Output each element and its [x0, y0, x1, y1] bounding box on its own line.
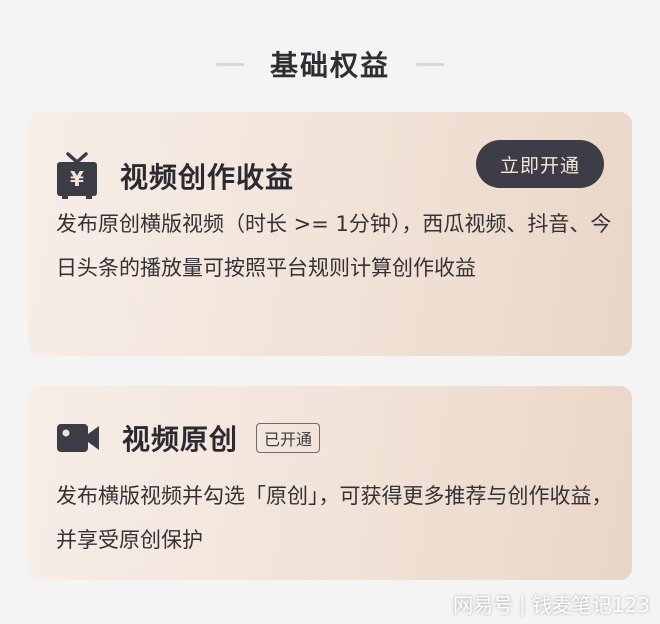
tv-yen-icon: ¥	[56, 152, 98, 200]
benefit-card-video-original: 视频原创 已开通 发布横版视频并勾选「原创」，可获得更多推荐与创作收益，并享受原…	[28, 386, 632, 580]
section-header: 基础权益	[0, 40, 660, 88]
divider-left	[215, 62, 244, 66]
divider-right	[416, 62, 444, 66]
svg-text:¥: ¥	[70, 167, 84, 191]
status-badge: 已开通	[256, 423, 321, 453]
card-title: 视频原创	[122, 423, 239, 456]
video-camera-icon	[56, 422, 100, 454]
activate-now-button[interactable]: 立即开通	[476, 140, 604, 188]
card-header: 视频原创 已开通	[56, 414, 321, 462]
benefit-card-video-revenue: ¥ 视频创作收益 立即开通 发布原创横版视频（时长 >= 1分钟），西瓜视频、抖…	[28, 112, 632, 356]
watermark-author: 钱麦笔记123	[531, 593, 650, 617]
section-title: 基础权益	[269, 49, 390, 82]
watermark: 网易号 | 钱麦笔记123	[453, 589, 650, 618]
watermark-separator: |	[519, 591, 526, 616]
card-description: 发布横版视频并勾选「原创」，可获得更多推荐与创作收益，并享受原创保护	[56, 484, 613, 552]
card-title: 视频创作收益	[120, 161, 295, 194]
watermark-source: 网易号	[453, 593, 514, 617]
card-header: ¥ 视频创作收益	[56, 144, 294, 208]
card-description: 发布原创横版视频（时长 >= 1分钟），西瓜视频、抖音、今日头条的播放量可按照平…	[56, 212, 612, 280]
